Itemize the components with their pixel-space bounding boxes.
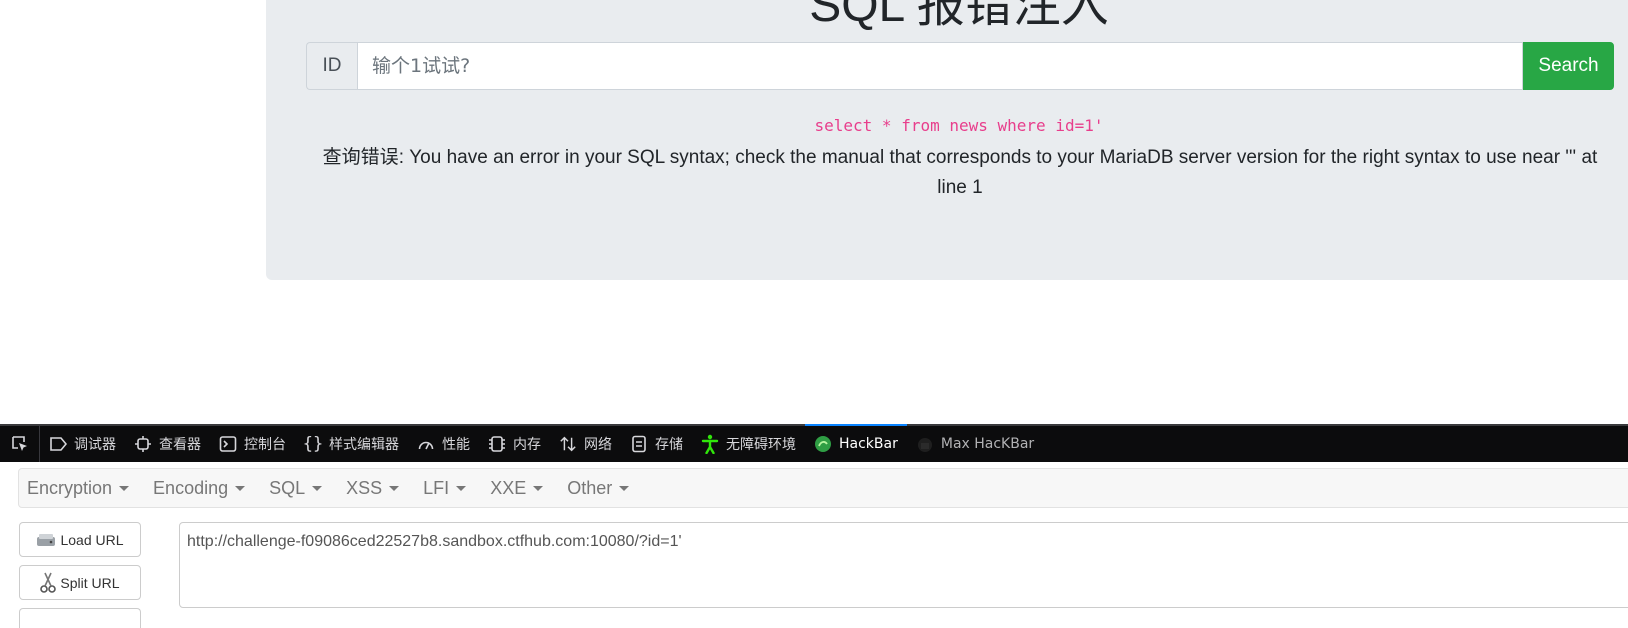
tab-label: 内存 [513, 437, 541, 453]
debugger-icon [49, 435, 67, 453]
menu-encryption[interactable]: Encryption [27, 477, 130, 499]
style-editor-icon: {} [302, 434, 324, 454]
menu-label: Encryption [27, 477, 113, 498]
inspector-icon [134, 435, 152, 453]
menu-label: XSS [346, 477, 383, 498]
menu-label: Encoding [153, 477, 229, 498]
menu-label: SQL [269, 477, 306, 498]
load-url-label: Load URL [60, 531, 124, 548]
storage-icon [630, 435, 648, 453]
caret-down-icon [533, 485, 544, 491]
console-icon [219, 435, 237, 453]
split-url-button[interactable]: Split URL [19, 565, 141, 600]
tab-label: 调试器 [74, 437, 116, 453]
tab-hackbar[interactable]: HackBar [805, 424, 907, 462]
menu-xxe[interactable]: XXE [490, 477, 544, 499]
tab-network[interactable]: 网络 [550, 426, 621, 462]
load-url-button[interactable]: Load URL [19, 522, 141, 557]
caret-down-icon [389, 485, 400, 491]
menu-sql[interactable]: SQL [269, 477, 323, 499]
web-page: SQL 报错注入 ID Search select * from news wh… [0, 0, 1628, 424]
tab-label: 存储 [655, 437, 683, 453]
search-button[interactable]: Search [1523, 42, 1614, 90]
scissors-icon [40, 572, 57, 594]
menu-lfi[interactable]: LFI [423, 477, 467, 499]
caret-down-icon [235, 485, 246, 491]
error-message: 查询错误: You have an error in your SQL synt… [306, 142, 1614, 203]
menu-label: XXE [490, 477, 527, 498]
menu-encoding[interactable]: Encoding [153, 477, 246, 499]
tab-label: 查看器 [159, 437, 201, 453]
hackbar-menu: Encryption Encoding SQL XSS LFI XXE Othe… [18, 468, 1628, 508]
caret-down-icon [619, 485, 630, 491]
accessibility-icon [701, 434, 719, 454]
network-icon [559, 435, 577, 453]
id-label: ID [306, 42, 357, 90]
tab-label: 控制台 [244, 437, 286, 453]
error-prefix: 查询错误 [322, 146, 399, 168]
tab-label: HackBar [839, 436, 898, 452]
execute-button[interactable] [19, 608, 141, 628]
tab-label: Max HacKBar [940, 436, 1035, 452]
error-text: : You have an error in your SQL syntax; … [398, 147, 1598, 198]
page-title: SQL 报错注入 [809, 0, 1109, 32]
performance-icon [417, 435, 435, 453]
load-url-icon [36, 532, 56, 548]
sql-query: select * from news where id=1' [814, 116, 1104, 135]
menu-label: Other [567, 477, 613, 498]
tab-performance[interactable]: 性能 [408, 426, 479, 462]
caret-down-icon [312, 485, 323, 491]
tab-storage[interactable]: 存储 [621, 426, 692, 462]
tab-label: 无障碍环境 [726, 437, 796, 453]
menu-other[interactable]: Other [567, 477, 630, 499]
tab-label: 性能 [442, 437, 470, 453]
menu-xss[interactable]: XSS [346, 477, 400, 499]
hackbar-icon [814, 435, 832, 453]
tab-max-hackbar[interactable]: Max HacKBar [907, 426, 1043, 462]
tab-inspector[interactable]: 查看器 [125, 426, 210, 462]
hackbar-panel: Encryption Encoding SQL XSS LFI XXE Othe… [0, 462, 1628, 628]
tab-label: 网络 [584, 437, 612, 453]
tab-console[interactable]: 控制台 [210, 426, 295, 462]
tab-memory[interactable]: 内存 [479, 426, 550, 462]
split-url-label: Split URL [60, 574, 120, 591]
search-form: ID Search [306, 42, 1614, 90]
tab-debugger[interactable]: 调试器 [40, 426, 125, 462]
caret-down-icon [119, 485, 130, 491]
element-picker-icon[interactable] [0, 426, 40, 462]
max-hackbar-icon [916, 435, 934, 453]
devtools-toolbar: 调试器 查看器 控制台 {} 样式编辑器 性能 内存 网络 存储 无障碍环境 H… [0, 424, 1628, 462]
menu-label: LFI [423, 477, 450, 498]
memory-icon [488, 435, 506, 453]
tab-style-editor[interactable]: {} 样式编辑器 [295, 426, 408, 462]
tab-label: 样式编辑器 [329, 437, 399, 453]
tab-accessibility[interactable]: 无障碍环境 [692, 426, 805, 462]
id-input[interactable] [357, 42, 1523, 90]
caret-down-icon [456, 485, 467, 491]
url-textarea[interactable]: http://challenge-f09086ced22527b8.sandbo… [179, 522, 1628, 608]
